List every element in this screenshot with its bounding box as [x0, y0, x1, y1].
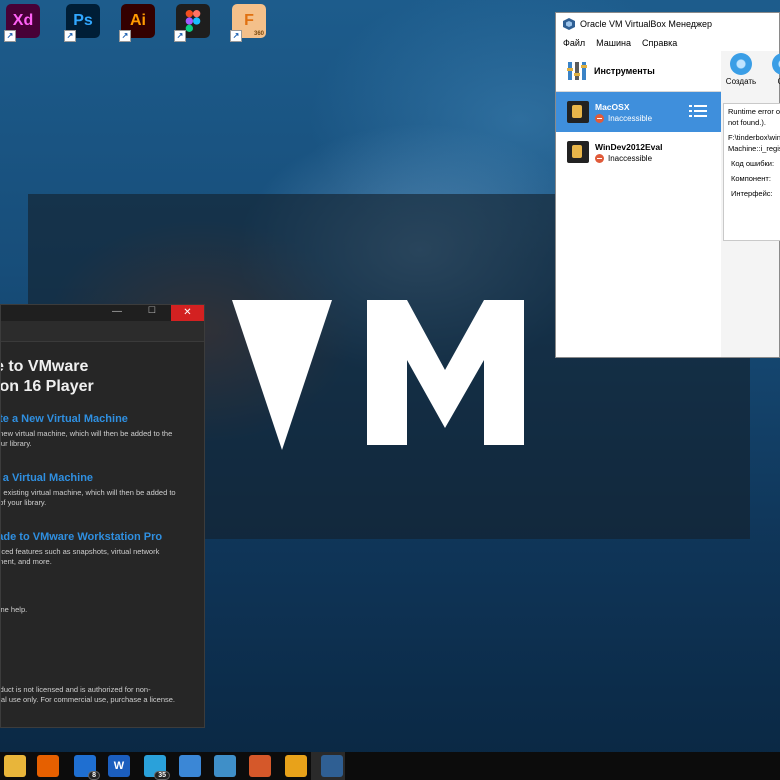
second-toolbar-button[interactable]: Об: [763, 53, 780, 86]
desktop-icon-label: Ps: [73, 12, 93, 29]
word-icon[interactable]: W: [108, 755, 130, 777]
error-component-label: Компонент:: [731, 174, 771, 183]
tasks-app-icon[interactable]: 8: [74, 755, 100, 780]
welcome-line-2: ion 16 Player: [0, 378, 94, 395]
menu-file[interactable]: Файл: [563, 38, 585, 48]
adobe-xd-icon[interactable]: Xd ↗: [4, 4, 40, 42]
shortcut-arrow-icon: ↗: [174, 30, 186, 42]
toolbar-gear-icon: [772, 53, 780, 75]
maximize-button[interactable]: ☐: [148, 305, 156, 316]
vm-name: WinDev2012Eval: [595, 141, 663, 152]
create-label: Создать: [725, 77, 757, 86]
matlab-icon[interactable]: [249, 755, 271, 777]
error-interface-label: Интерфейс:: [731, 189, 773, 198]
option-desc: anced features such as snapshots, virtua…: [0, 547, 160, 556]
option-desc: p of your library.: [1, 498, 47, 507]
virtualbox-app-icon: [563, 18, 575, 30]
inaccessible-icon: [595, 113, 604, 123]
license-link[interactable]: w.: [1, 705, 203, 715]
remote-desktop-icon[interactable]: [214, 755, 236, 777]
vm-details-panel: Создать Об Runtime error op not found.).…: [721, 51, 780, 357]
error-code-label: Код ошибки:: [731, 159, 775, 168]
vm-name: MacOSX: [595, 101, 630, 112]
virtualbox-window[interactable]: Oracle VM VirtualBox Менеджер Файл Машин…: [555, 12, 780, 358]
firefox-icon[interactable]: [37, 755, 59, 777]
minimize-button[interactable]: —: [112, 306, 122, 317]
upgrade-option[interactable]: rade to VMware Workstation Pro anced fea…: [0, 531, 203, 567]
help-option[interactable]: nline help.: [0, 591, 203, 615]
vm-row-macosx[interactable]: MacOSX Inaccessible: [556, 92, 721, 132]
vmware-menubar: [1, 321, 204, 342]
option-title[interactable]: rade to VMware Workstation Pro: [1, 531, 203, 543]
vmware-player-window[interactable]: — ☐ ✕ e to VMware ion 16 Player ate a Ne…: [0, 304, 205, 728]
tools-icon: [567, 62, 587, 80]
virtualbox-taskbar-icon[interactable]: [321, 755, 343, 777]
vmware-titlebar[interactable]: — ☐ ✕: [1, 305, 204, 321]
error-text: not found.).: [728, 118, 766, 127]
option-desc: a new virtual machine, which will then b…: [0, 429, 173, 438]
vm-state: Inaccessible: [608, 153, 653, 163]
create-button[interactable]: Создать: [721, 53, 761, 86]
desktop-icon-label: F: [244, 12, 254, 29]
error-details-box: Runtime error op not found.). F:\tinderb…: [723, 103, 780, 241]
shortcut-arrow-icon: ↗: [4, 30, 16, 42]
error-path: F:\tinderbox\win: [728, 133, 780, 142]
option-title[interactable]: [1, 591, 203, 601]
menu-machine[interactable]: Машина: [596, 38, 631, 48]
license-text: roduct is not licensed and is authorized…: [0, 685, 151, 694]
error-method: Machine::i_regis: [728, 144, 780, 153]
virtualbox-title: Oracle VM VirtualBox Менеджер: [580, 19, 713, 29]
illustrator-icon[interactable]: Ai ↗: [119, 4, 155, 42]
telegram-icon[interactable]: 35: [144, 755, 170, 780]
taskbar-icon-label: W: [113, 760, 125, 772]
photoshop-icon[interactable]: Ps ↗: [64, 4, 100, 42]
open-vm-option[interactable]: n a Virtual Machine an existing virtual …: [0, 472, 203, 508]
option-desc: nline help.: [0, 605, 28, 614]
vm-list-panel: Инструменты MacOSX Inaccessible WinDev20…: [556, 51, 722, 357]
desktop-icon-label: Ai: [130, 12, 146, 29]
figma-icon[interactable]: ↗: [174, 4, 210, 42]
welcome-heading: e to VMware ion 16 Player: [0, 357, 94, 397]
vmware-taskbar-icon[interactable]: [285, 755, 307, 777]
notification-badge: 8: [88, 771, 100, 780]
tools-label: Инструменты: [594, 66, 655, 76]
fusion-icon[interactable]: F 360 ↗: [230, 4, 266, 42]
create-vm-option[interactable]: ate a New Virtual Machine a new virtual …: [0, 413, 203, 449]
license-text: rcial use only. For commercial use, purc…: [0, 695, 176, 704]
option-desc: ement, and more.: [1, 557, 52, 566]
shortcut-arrow-icon: ↗: [230, 30, 242, 42]
tools-item[interactable]: Инструменты: [556, 51, 721, 92]
vm-os-icon: [567, 101, 589, 123]
inaccessible-icon: [595, 153, 604, 163]
virtualbox-titlebar[interactable]: Oracle VM VirtualBox Менеджер: [556, 13, 779, 35]
menu-help[interactable]: Справка: [642, 38, 677, 48]
photos-icon[interactable]: [179, 755, 201, 777]
fusion-version-tag: 360: [253, 31, 264, 37]
create-gear-icon: [730, 53, 752, 75]
vm-details-menu-icon[interactable]: [689, 104, 707, 118]
option-desc: your library.: [0, 439, 32, 448]
option-title[interactable]: ate a New Virtual Machine: [1, 413, 203, 425]
vm-state: Inaccessible: [608, 113, 653, 123]
welcome-line-1: e to VMware: [0, 358, 89, 375]
license-notice: roduct is not licensed and is authorized…: [0, 685, 203, 715]
error-text: Runtime error op: [728, 107, 780, 116]
option-desc: an existing virtual machine, which will …: [0, 488, 176, 497]
notification-badge: 35: [154, 771, 170, 780]
desktop-icon-label: Xd: [12, 12, 34, 29]
virtualbox-menubar: Файл Машина Справка: [556, 35, 779, 51]
shortcut-arrow-icon: ↗: [64, 30, 76, 42]
vm-row-windev2012eval[interactable]: WinDev2012Eval Inaccessible: [556, 132, 721, 172]
file-explorer-icon[interactable]: [4, 755, 26, 777]
option-title[interactable]: n a Virtual Machine: [1, 472, 203, 484]
close-button[interactable]: ✕: [171, 305, 204, 321]
vm-os-icon: [567, 141, 589, 163]
vm-logo: [232, 300, 524, 450]
taskbar: 8 W 35: [0, 752, 780, 780]
shortcut-arrow-icon: ↗: [119, 30, 131, 42]
